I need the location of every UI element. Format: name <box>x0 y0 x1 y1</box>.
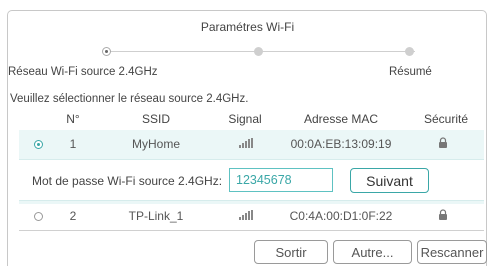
column-header-signal: Signal <box>228 112 262 126</box>
other-button[interactable]: Autre... <box>333 240 412 264</box>
column-header-ssid: SSID <box>141 112 170 126</box>
row-select-radio[interactable] <box>34 140 43 149</box>
row-mac-address: C0:4A:00:D1:0F:22 <box>289 209 393 223</box>
instruction-text: Veuillez sélectionner le réseau source 2… <box>10 93 249 105</box>
wizard-step-dot-3 <box>405 47 414 56</box>
password-label: Mot de passe Wi-Fi source 2.4GHz: <box>32 174 223 188</box>
table-row[interactable]: 1 MyHome 00:0A:EB:13:09:19 <box>19 134 484 156</box>
exit-button[interactable]: Sortir <box>254 240 328 264</box>
row-ssid: MyHome <box>131 137 180 151</box>
row-number: 1 <box>69 137 77 151</box>
wizard-step-label-1: Réseau Wi-Fi source 2.4GHz <box>8 66 158 78</box>
row-number: 2 <box>69 209 77 223</box>
lock-icon <box>439 137 447 148</box>
table-header: N° SSID Signal Adresse MAC Sécurité <box>19 112 484 130</box>
wizard-step-dot-1 <box>102 47 111 56</box>
password-input[interactable] <box>229 168 333 192</box>
row-mac-address: 00:0A:EB:13:09:19 <box>290 137 392 151</box>
row-select-radio[interactable] <box>34 212 43 221</box>
row-divider <box>19 230 484 231</box>
column-header-mac: Adresse MAC <box>303 112 379 126</box>
table-row[interactable]: 2 TP-Link_1 C0:4A:00:D1:0F:22 <box>19 206 484 228</box>
column-header-security: Sécurité <box>423 112 469 126</box>
rescan-button[interactable]: Rescanner <box>417 240 487 264</box>
wizard-step-label-3: Résumé <box>389 66 432 78</box>
wizard-step-dot-2 <box>254 47 263 56</box>
next-button[interactable]: Suivant <box>350 168 429 193</box>
column-header-number: N° <box>66 112 80 126</box>
row-ssid: TP-Link_1 <box>128 209 184 223</box>
signal-strength-icon <box>239 210 253 220</box>
wizard-title: Paramétres Wi-Fi <box>200 20 295 34</box>
lock-icon <box>439 209 447 220</box>
signal-strength-icon <box>239 138 253 148</box>
